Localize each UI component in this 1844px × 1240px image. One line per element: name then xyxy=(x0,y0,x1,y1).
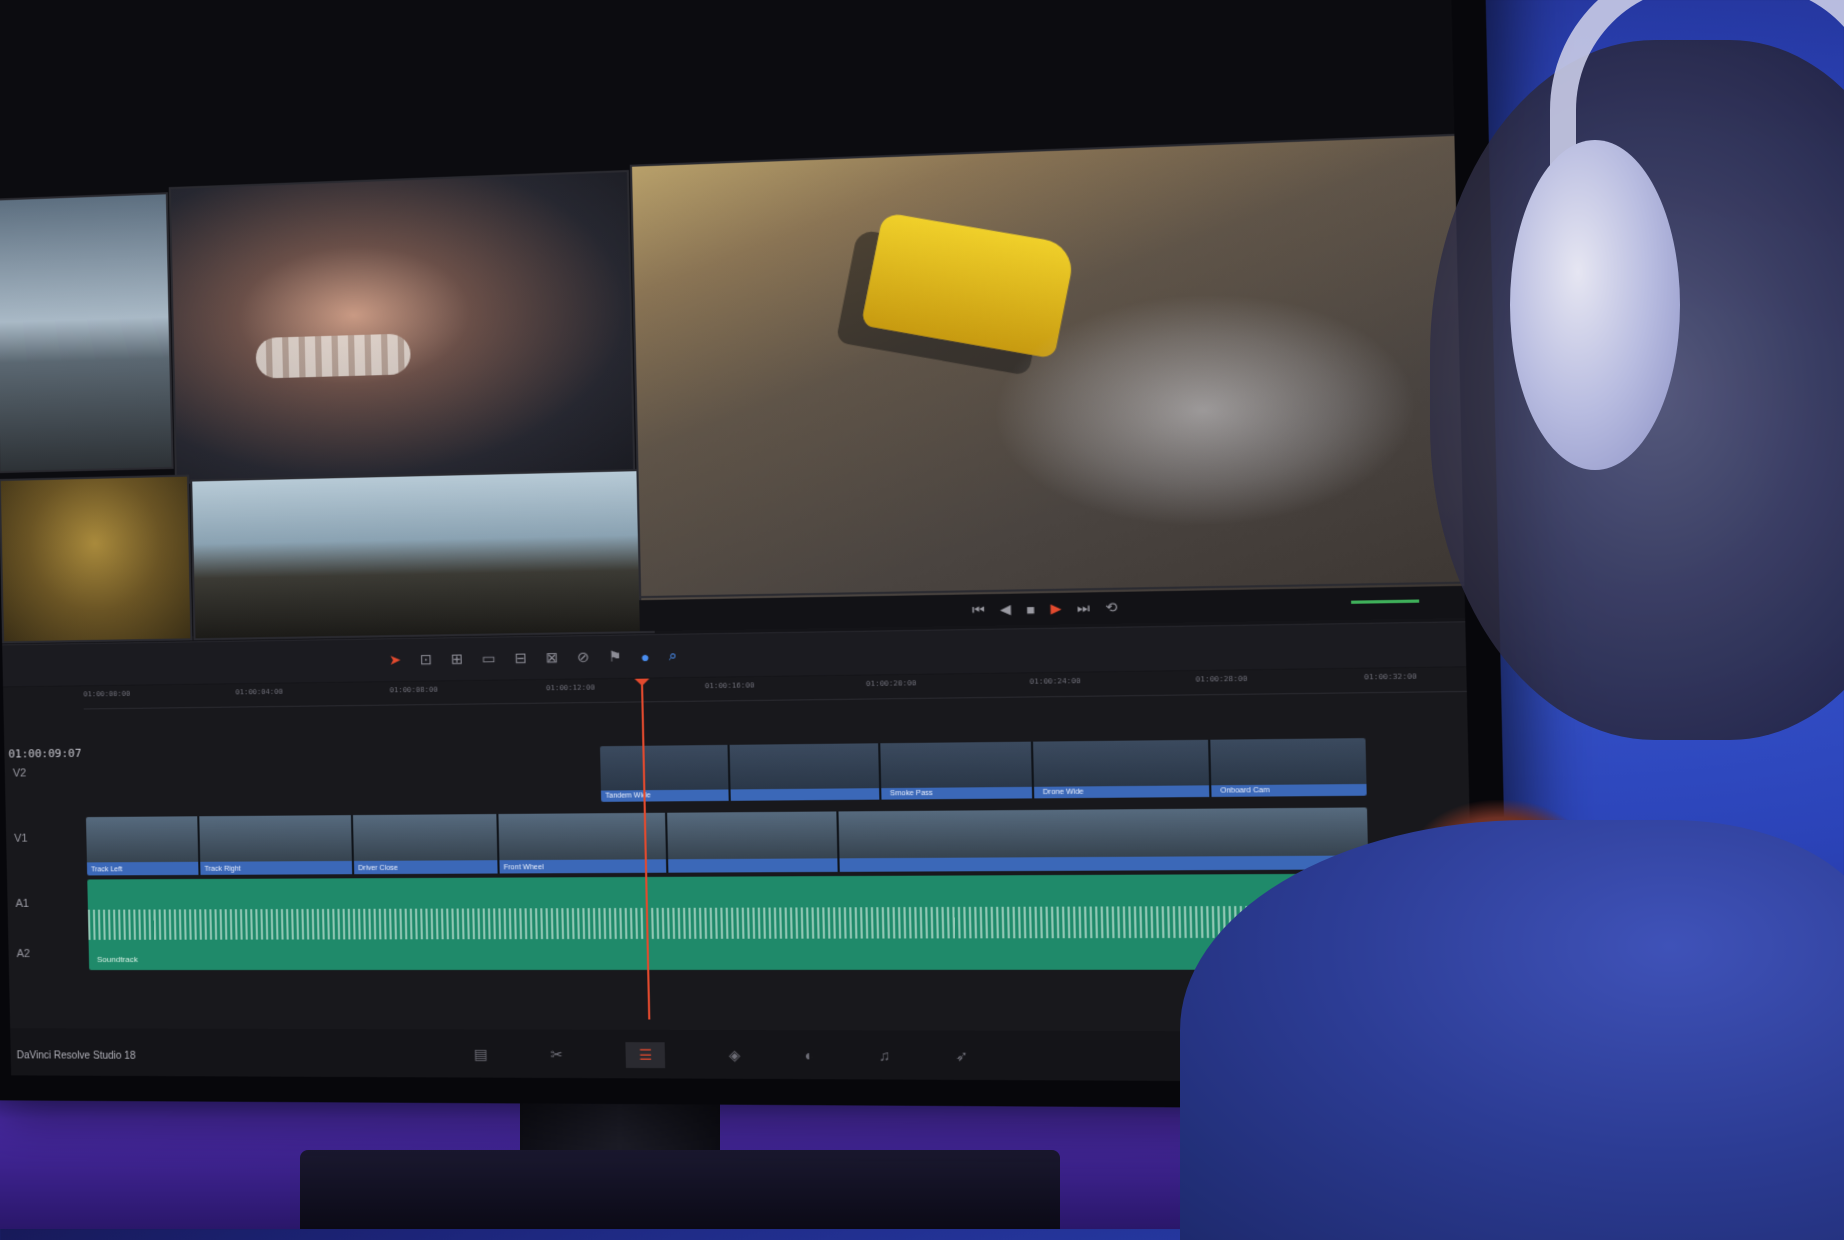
clip-separator xyxy=(836,811,840,872)
fairlight-page-icon[interactable]: ♫ xyxy=(878,1047,890,1064)
replace-icon[interactable]: ⊠ xyxy=(545,649,558,667)
cut-page-icon[interactable]: ✂ xyxy=(550,1046,563,1064)
ruler-tick: 01:00:12:00 xyxy=(545,683,595,693)
clip-label: Track Right xyxy=(204,865,241,873)
track-label-v2: V2 xyxy=(12,767,27,780)
clip-label: Front Wheel xyxy=(503,864,544,872)
insert-icon[interactable]: ▭ xyxy=(482,650,496,668)
clip-separator xyxy=(1030,741,1035,799)
clip-separator xyxy=(197,816,201,875)
step-back-icon[interactable]: ◀ xyxy=(1000,601,1011,618)
stop-icon[interactable]: ■ xyxy=(1026,601,1035,617)
overwrite-icon[interactable]: ⊟ xyxy=(514,649,527,667)
ruler-tick: 01:00:32:00 xyxy=(1364,672,1417,682)
loop-icon[interactable]: ⟲ xyxy=(1105,599,1117,616)
edit-page-icon[interactable]: ☰ xyxy=(625,1041,666,1068)
ruler-tick: 01:00:08:00 xyxy=(389,685,438,695)
headphones-earcup xyxy=(1510,140,1680,470)
media-page-icon[interactable]: ▤ xyxy=(474,1045,488,1062)
monitor-stand-base xyxy=(300,1150,1060,1229)
ruler-tick: 01:00:20:00 xyxy=(865,679,917,689)
ruler-tick: 01:00:24:00 xyxy=(1029,676,1081,686)
zoom-icon[interactable]: ⌕ xyxy=(669,647,678,665)
trim-icon[interactable]: ⊡ xyxy=(420,651,433,669)
clip-label: Smoke Pass xyxy=(889,789,933,798)
clip-label: Driver Close xyxy=(358,864,399,873)
ruler-tick: 01:00:28:00 xyxy=(1195,674,1248,684)
track-label-v1: V1 xyxy=(14,832,28,845)
audio-clip[interactable]: Soundtrack xyxy=(87,873,1371,971)
marker-icon[interactable]: ● xyxy=(640,648,649,665)
deliver-page-icon[interactable]: ➶ xyxy=(955,1047,968,1065)
ruler-tick: 01:00:16:00 xyxy=(704,681,755,691)
multicam-viewer: ⏮ ◀ ■ ▶ ⏭ ⟲ xyxy=(0,0,1470,644)
camera-angle-tile[interactable] xyxy=(190,468,655,641)
clip-separator xyxy=(878,743,882,800)
clip-label: Drone Wide xyxy=(1042,788,1084,797)
skip-back-icon[interactable]: ⏮ xyxy=(972,602,985,619)
link-icon[interactable]: ⊘ xyxy=(577,648,590,666)
clip-separator xyxy=(1208,739,1212,797)
video-clip-strip-v1[interactable]: Track Left Track Right Driver Close Fron… xyxy=(85,807,1369,876)
audio-clip-label: Soundtrack xyxy=(96,954,138,965)
clip-separator xyxy=(496,814,500,874)
color-page-icon[interactable]: ◐ xyxy=(805,1047,814,1064)
play-icon[interactable]: ▶ xyxy=(1050,600,1061,617)
camera-angle-tile[interactable] xyxy=(0,474,193,644)
flag-icon[interactable]: ⚑ xyxy=(608,648,622,666)
clip-separator xyxy=(727,744,731,801)
select-arrow-icon[interactable]: ➤ xyxy=(389,651,402,669)
camera-angle-tile[interactable] xyxy=(0,192,174,474)
blade-icon[interactable]: ⊞ xyxy=(451,650,464,668)
fusion-page-icon[interactable]: ◈ xyxy=(729,1046,741,1064)
clip-separator xyxy=(350,815,355,875)
person-shoulder xyxy=(1180,820,1844,1240)
app-status-label: DaVinci Resolve Studio 18 xyxy=(16,1050,136,1062)
camera-angle-tile[interactable] xyxy=(168,169,636,484)
timecode-display: 01:00:09:07 xyxy=(8,746,82,761)
clip-label: Track Left xyxy=(91,866,123,874)
track-label-a1: A1 xyxy=(15,897,30,910)
clip-separator xyxy=(664,812,669,873)
clip-label: Onboard Cam xyxy=(1220,786,1270,795)
video-clip-strip-v2[interactable]: Tandem Wide Smoke Pass Drone Wide Onboar… xyxy=(599,738,1367,802)
audio-waveform xyxy=(87,905,1370,940)
ruler-tick: 01:00:00:00 xyxy=(83,689,131,699)
skip-forward-icon[interactable]: ⏭ xyxy=(1077,600,1090,617)
volume-slider[interactable] xyxy=(1351,599,1420,604)
tire-smoke xyxy=(990,287,1420,532)
track-label-a2: A2 xyxy=(16,947,31,961)
program-viewer xyxy=(629,133,1470,603)
ruler-tick: 01:00:04:00 xyxy=(235,687,283,697)
